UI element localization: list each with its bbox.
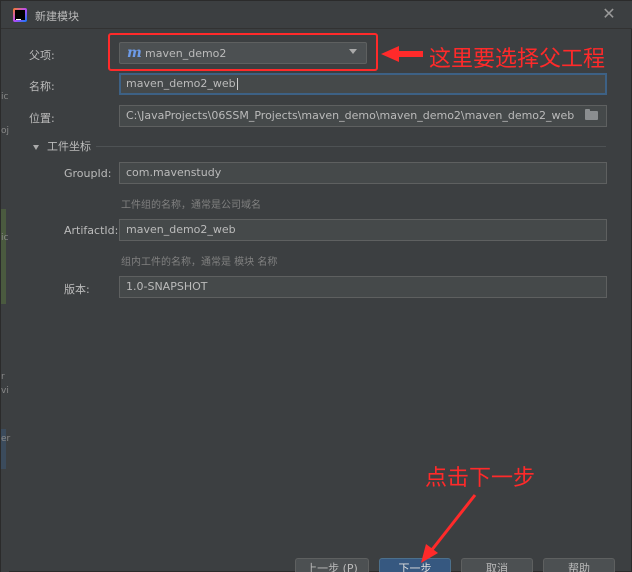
- artifact-coordinates-toggle[interactable]: 工件坐标: [33, 138, 91, 154]
- arrow-left-icon: [381, 46, 423, 62]
- name-input[interactable]: maven_demo2_web: [119, 73, 607, 95]
- groupid-input[interactable]: com.mavenstudy: [119, 162, 607, 184]
- next-button[interactable]: 下一步: [379, 558, 451, 572]
- location-input[interactable]: C:\JavaProjects\06SSM_Projects\maven_dem…: [119, 105, 607, 127]
- background-window-edge: ic oj ic r vi er: [1, 29, 11, 572]
- annotation-next-note: 点击下一步: [425, 466, 536, 491]
- name-input-value: maven_demo2_web: [126, 77, 236, 90]
- version-input-value: 1.0-SNAPSHOT: [126, 280, 208, 293]
- artifactid-hint: 组内工件的名称，通常是 模块 名称: [121, 257, 278, 268]
- edge-text: ic: [1, 92, 9, 102]
- chevron-down-icon: [33, 144, 39, 150]
- version-label: 版本:: [64, 283, 90, 296]
- edge-text: ic: [1, 233, 9, 243]
- cancel-button[interactable]: 取消: [461, 558, 533, 572]
- artifactid-input-value: maven_demo2_web: [126, 223, 236, 236]
- folder-icon[interactable]: [585, 109, 598, 120]
- new-module-dialog: 新建模块 ✕ ic oj ic r vi er 父项: m maven_demo…: [0, 0, 632, 572]
- groupid-input-value: com.mavenstudy: [126, 166, 222, 179]
- arrow-line: [429, 494, 477, 552]
- annotation-highlight-box: [108, 33, 378, 71]
- version-input[interactable]: 1.0-SNAPSHOT: [119, 276, 607, 298]
- name-label: 名称:: [29, 80, 55, 93]
- groupid-label: GroupId:: [64, 167, 112, 180]
- title-bar: 新建模块 ✕: [1, 1, 632, 29]
- section-title: 工件坐标: [47, 140, 91, 153]
- groupid-hint: 工件组的名称，通常是公司域名: [121, 200, 261, 211]
- dialog-title: 新建模块: [35, 10, 79, 23]
- annotation-parent-note: 这里要选择父工程: [429, 47, 606, 72]
- artifactid-label: ArtifactId:: [64, 224, 119, 237]
- location-label: 位置:: [29, 112, 55, 125]
- help-button[interactable]: 帮助: [543, 558, 615, 572]
- intellij-app-icon: [13, 8, 27, 22]
- edge-text: er: [1, 434, 11, 444]
- parent-label: 父项:: [29, 49, 55, 62]
- text-cursor: [236, 78, 238, 90]
- edge-text: oj: [1, 126, 10, 136]
- section-divider: [96, 146, 606, 147]
- artifactid-input[interactable]: maven_demo2_web: [119, 219, 607, 241]
- close-icon[interactable]: ✕: [601, 6, 617, 22]
- previous-button[interactable]: 上一步 (P): [295, 558, 369, 572]
- edge-highlight: [1, 209, 6, 304]
- location-input-value: C:\JavaProjects\06SSM_Projects\maven_dem…: [126, 109, 575, 122]
- edge-text: r: [1, 372, 5, 382]
- edge-text: vi: [1, 386, 9, 396]
